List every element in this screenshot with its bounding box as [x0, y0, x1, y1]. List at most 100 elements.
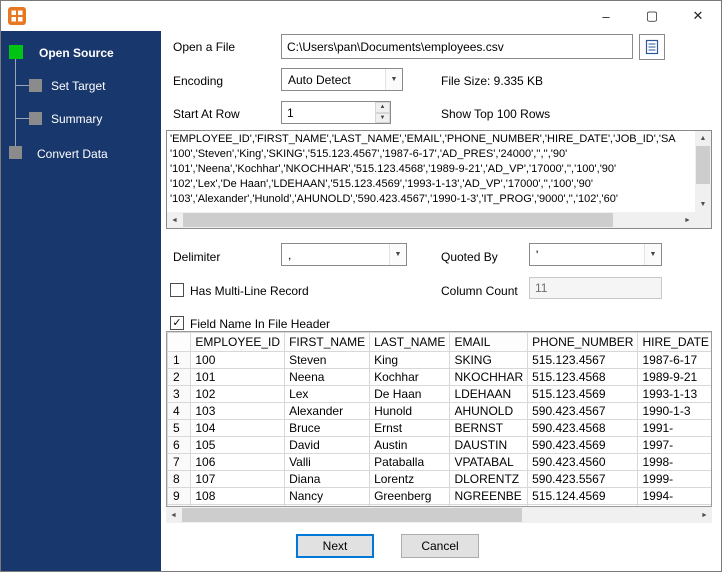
grid-cell[interactable]: 590.423.5567 [527, 470, 639, 488]
grid-cell[interactable]: 104 [190, 419, 286, 437]
table-row[interactable]: 2 101 Neena Kochhar NKOCHHAR 515.123.4568 1989… [167, 368, 711, 386]
grid-column-header[interactable]: FIRST_NAME [284, 332, 371, 352]
sidebar-item-summary[interactable]: Summary [51, 112, 102, 126]
grid-cell[interactable]: 1997- [637, 436, 711, 454]
grid-cell[interactable]: 108 [190, 487, 286, 505]
scroll-right-icon[interactable]: ► [680, 212, 695, 228]
grid-cell[interactable]: Bruce [284, 419, 371, 437]
grid-cell[interactable]: 100 [190, 351, 286, 369]
scrollbar-thumb[interactable] [182, 508, 522, 522]
grid-cell[interactable]: De Haan [369, 385, 451, 403]
grid-cell[interactable]: 1994- [637, 487, 711, 505]
grid-cell[interactable]: BERNST [449, 419, 529, 437]
chevron-down-icon[interactable]: ▼ [644, 244, 661, 265]
grid-cell[interactable]: 1998- [637, 453, 711, 471]
scroll-right-icon[interactable]: ► [697, 507, 712, 523]
grid-cell[interactable]: AHUNOLD [449, 402, 529, 420]
grid-cell[interactable]: 1987-6-17 [637, 351, 711, 369]
grid-cell[interactable]: 1999- [637, 470, 711, 488]
browse-file-button[interactable] [639, 34, 665, 60]
minimize-button[interactable]: – [583, 1, 629, 31]
csv-preview-pane[interactable]: 'EMPLOYEE_ID','FIRST_NAME','LAST_NAME','… [166, 130, 712, 229]
delimiter-select[interactable]: , ▼ [281, 243, 407, 266]
grid-cell[interactable]: Diana [284, 470, 371, 488]
data-grid[interactable]: EMPLOYEE_ID FIRST_NAME LAST_NAME EMAIL PHONE… [166, 331, 712, 507]
next-button[interactable]: Next [296, 534, 374, 558]
table-row[interactable]: 8 107 Diana Lorentz DLORENTZ 590.423.5567 1999… [167, 470, 711, 488]
grid-cell[interactable]: 1990-1-3 [637, 402, 711, 420]
grid-cell[interactable]: 515.123.4569 [527, 385, 639, 403]
table-row[interactable]: 6 105 David Austin DAUSTIN 590.423.4569 1997- [167, 436, 711, 454]
grid-cell[interactable]: Alexander [284, 402, 371, 420]
grid-cell[interactable]: 103 [190, 402, 286, 420]
table-row[interactable]: 4 103 Alexander Hunold AHUNOLD 590.423.4567 19… [167, 402, 711, 420]
grid-cell[interactable]: 101 [190, 368, 286, 386]
grid-cell[interactable]: Valli [284, 453, 371, 471]
cancel-button[interactable]: Cancel [401, 534, 479, 558]
grid-cell[interactable]: Greenberg [369, 487, 451, 505]
grid-cell[interactable]: 590.423.4567 [527, 402, 639, 420]
grid-cell[interactable]: DAUSTIN [449, 436, 529, 454]
grid-cell[interactable]: Pataballa [369, 453, 451, 471]
table-row[interactable]: 3 102 Lex De Haan LDEHAAN 515.123.4569 1993-1-… [167, 385, 711, 403]
file-path-input[interactable] [281, 34, 633, 59]
sidebar-item-convert-data[interactable]: Convert Data [37, 147, 108, 161]
grid-cell[interactable]: King [369, 351, 451, 369]
grid-cell[interactable]: 102 [190, 385, 286, 403]
table-row[interactable]: 7 106 Valli Pataballa VPATABAL 590.423.4560 19… [167, 453, 711, 471]
grid-cell[interactable]: NKOCHHAR [449, 368, 529, 386]
chevron-down-icon[interactable]: ▼ [385, 69, 402, 90]
grid-cell[interactable]: Neena [284, 368, 371, 386]
chevron-down-icon[interactable]: ▼ [389, 244, 406, 265]
grid-column-header[interactable]: PHONE_NUMBER [527, 332, 639, 352]
maximize-button[interactable]: ▢ [629, 1, 675, 31]
grid-cell[interactable]: SKING [449, 351, 529, 369]
field-name-header-checkbox[interactable]: ✓ [170, 316, 184, 330]
grid-cell[interactable]: NGREENBE [449, 487, 529, 505]
start-at-row-input[interactable] [282, 102, 374, 123]
scrollbar-thumb[interactable] [183, 213, 613, 227]
encoding-select[interactable]: Auto Detect ▼ [281, 68, 403, 91]
spinner-down-icon[interactable]: ▼ [375, 112, 390, 123]
scrollbar-thumb[interactable] [696, 146, 710, 184]
spinner-up-icon[interactable]: ▲ [375, 102, 390, 113]
grid-cell[interactable]: Lorentz [369, 470, 451, 488]
grid-cell[interactable]: 515.123.4567 [527, 351, 639, 369]
titlebar[interactable]: – ▢ ✕ [1, 1, 721, 31]
quoted-by-select[interactable]: ' ▼ [529, 243, 662, 266]
grid-cell[interactable]: 105 [190, 436, 286, 454]
grid-cell[interactable]: LDEHAAN [449, 385, 529, 403]
grid-cell[interactable]: Kochhar [369, 368, 451, 386]
grid-column-header[interactable]: EMPLOYEE_ID [190, 332, 286, 352]
preview-vertical-scrollbar[interactable]: ▲ ▼ [695, 131, 711, 212]
grid-cell[interactable]: 515.123.4568 [527, 368, 639, 386]
grid-cell[interactable]: Lex [284, 385, 371, 403]
grid-cell[interactable]: 1991- [637, 419, 711, 437]
scroll-up-icon[interactable]: ▲ [695, 131, 711, 146]
multiline-record-checkbox[interactable] [170, 283, 184, 297]
sidebar-item-set-target[interactable]: Set Target [51, 79, 105, 93]
table-row[interactable]: 9 108 Nancy Greenberg NGREENBE 515.124.4569 19… [167, 487, 711, 505]
scroll-left-icon[interactable]: ◄ [166, 507, 181, 523]
grid-horizontal-scrollbar[interactable]: ◄ ► [166, 507, 712, 523]
grid-cell[interactable]: 590.423.4560 [527, 453, 639, 471]
grid-cell[interactable]: 590.423.4568 [527, 419, 639, 437]
scroll-left-icon[interactable]: ◄ [167, 212, 182, 228]
grid-column-header[interactable]: LAST_NAME [369, 332, 451, 352]
grid-cell[interactable]: David [284, 436, 371, 454]
grid-cell[interactable]: 515.124.4569 [527, 487, 639, 505]
start-at-row-stepper[interactable]: ▲ ▼ [281, 101, 391, 124]
grid-cell[interactable]: Hunold [369, 402, 451, 420]
sidebar-item-open-source[interactable]: Open Source [39, 46, 114, 60]
grid-cell[interactable]: 106 [190, 453, 286, 471]
grid-column-header[interactable]: EMAIL [449, 332, 529, 352]
grid-cell[interactable]: Ernst [369, 419, 451, 437]
grid-cell[interactable]: 1993-1-13 [637, 385, 711, 403]
grid-cell[interactable]: VPATABAL [449, 453, 529, 471]
grid-cell[interactable]: Steven [284, 351, 371, 369]
grid-cell[interactable]: 590.423.4569 [527, 436, 639, 454]
scroll-down-icon[interactable]: ▼ [695, 197, 711, 212]
preview-horizontal-scrollbar[interactable]: ◄ ► [167, 212, 695, 228]
grid-cell[interactable]: Nancy [284, 487, 371, 505]
table-row[interactable]: 5 104 Bruce Ernst BERNST 590.423.4568 1991- [167, 419, 711, 437]
